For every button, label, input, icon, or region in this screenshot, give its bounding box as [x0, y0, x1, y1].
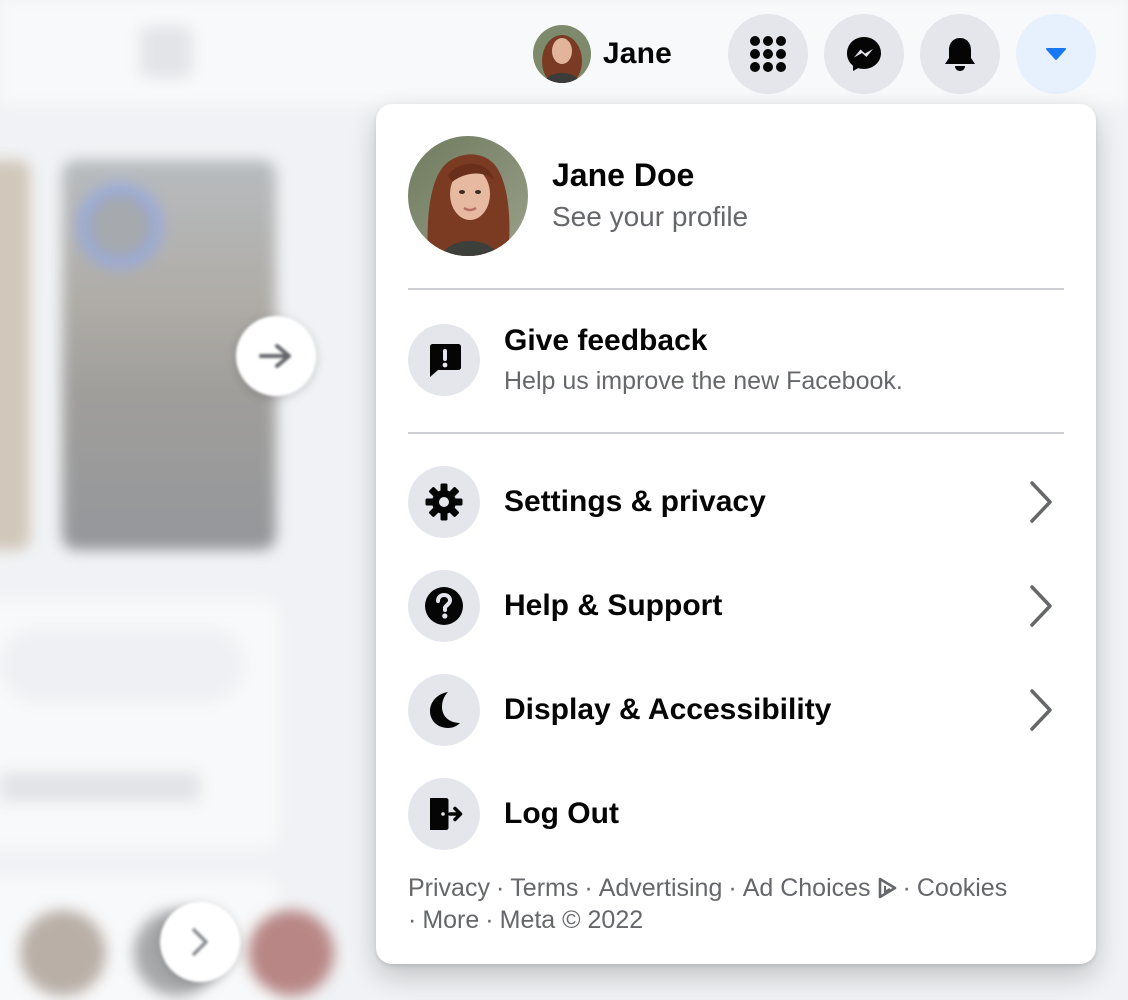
settings-privacy-label: Settings & privacy — [504, 485, 766, 518]
logout-icon — [430, 798, 463, 830]
question-icon-wrap — [408, 570, 480, 642]
avatar — [408, 136, 528, 256]
messenger-button[interactable] — [824, 14, 904, 94]
gear-icon-wrap — [408, 466, 480, 538]
avatar — [532, 25, 591, 83]
blurred-nav-icon — [140, 26, 192, 78]
people-next-arrow-button[interactable] — [160, 902, 240, 982]
blurred-text-line — [0, 772, 200, 802]
footer-link-privacy[interactable]: Privacy — [408, 874, 490, 902]
give-feedback-sublabel: Help us improve the new Facebook. — [504, 367, 903, 395]
footer-link-more[interactable]: More — [422, 906, 479, 934]
menu-button[interactable] — [728, 14, 808, 94]
profile-name: Jane Doe — [552, 157, 695, 193]
footer-links: Privacy · Terms · Advertising · Ad Choices · Coo… — [408, 872, 1068, 936]
help-support-label: Help & Support — [504, 589, 723, 622]
chevron-right-icon — [1030, 689, 1052, 731]
help-support-item[interactable]: Help & Support — [408, 570, 1064, 642]
footer-separator: · — [495, 874, 505, 902]
account-menu-button[interactable] — [1016, 14, 1096, 94]
give-feedback-label: Give feedback — [504, 324, 708, 357]
chevron-right-icon — [192, 928, 208, 956]
settings-privacy-item[interactable]: Settings & privacy — [408, 466, 1064, 538]
feedback-icon-wrap — [408, 324, 480, 396]
profile-link-row[interactable]: Jane Doe See your profile — [408, 136, 748, 256]
caret-down-icon — [1046, 48, 1066, 60]
messenger-icon — [847, 37, 881, 71]
chevron-right-icon — [1030, 481, 1052, 523]
ad-choices-icon — [878, 877, 896, 899]
footer-link-advertising[interactable]: Advertising — [599, 874, 723, 902]
question-icon — [425, 587, 463, 625]
moon-icon — [430, 692, 460, 728]
moon-icon-wrap — [408, 674, 480, 746]
footer-link-ad-choices[interactable]: Ad Choices — [743, 874, 897, 902]
gear-icon — [425, 483, 463, 521]
chevron-right-icon — [1030, 585, 1052, 627]
footer-separator: · — [728, 874, 737, 902]
log-out-item[interactable]: Log Out — [408, 778, 1064, 850]
footer-separator: · — [408, 906, 417, 934]
story-next-arrow-button[interactable] — [236, 316, 316, 396]
footer-separator: · — [485, 906, 494, 934]
footer-separator: · — [902, 874, 911, 902]
divider — [408, 288, 1064, 290]
give-feedback-item[interactable]: Give feedback Help us improve the new Fa… — [408, 322, 1064, 398]
display-accessibility-item[interactable]: Display & Accessibility — [408, 674, 1064, 746]
blurred-story-avatar — [78, 184, 162, 268]
user-short-name: Jane — [602, 37, 672, 70]
menu-grid-icon — [750, 36, 786, 72]
blurred-composer-input — [0, 628, 244, 702]
topbar-right-controls: Jane — [532, 14, 1096, 94]
display-accessibility-label: Display & Accessibility — [504, 693, 832, 726]
see-profile-link: See your profile — [552, 201, 749, 232]
footer-link-ad-choices-label: Ad Choices — [742, 874, 871, 902]
notifications-button[interactable] — [920, 14, 1000, 94]
footer-link-cookies[interactable]: Cookies — [917, 874, 1007, 902]
logout-icon-wrap — [408, 778, 480, 850]
arrow-right-icon — [259, 344, 291, 368]
divider — [408, 432, 1064, 434]
feedback-icon — [430, 344, 461, 377]
bell-icon — [945, 38, 975, 71]
footer-link-terms[interactable]: Terms — [510, 874, 578, 902]
blurred-avatar — [248, 910, 334, 996]
blurred-avatar — [20, 910, 106, 996]
footer-separator: · — [584, 874, 593, 902]
profile-shortcut[interactable]: Jane — [532, 25, 672, 83]
account-dropdown-menu: Jane Doe See your profile Give feedback … — [376, 104, 1096, 964]
blurred-story-card — [0, 160, 30, 550]
log-out-label: Log Out — [504, 797, 619, 830]
copyright: Meta © 2022 — [499, 906, 644, 934]
